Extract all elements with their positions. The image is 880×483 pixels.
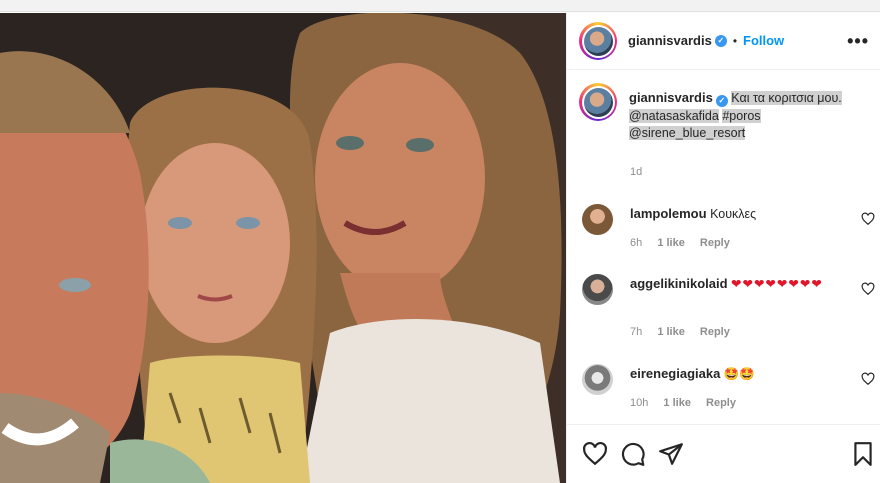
comment-icon[interactable] — [620, 441, 646, 467]
reply-button[interactable]: Reply — [706, 397, 736, 409]
header-user: giannisvardis ✓ • Follow — [628, 33, 784, 48]
more-options-icon[interactable]: ••• — [847, 31, 869, 52]
comment-likes[interactable]: 1 like — [657, 237, 685, 249]
comment-body: lampolemou Κουκλες — [630, 205, 850, 223]
caption-mention-sirene[interactable]: @sirene_blue_resort — [629, 126, 746, 140]
browser-top-strip — [0, 0, 880, 12]
caption-text: giannisvardis ✓ Και τα κοριτσια μου. @nat… — [629, 89, 869, 143]
comment-avatar[interactable] — [582, 274, 613, 305]
post-actions-bar — [567, 424, 880, 483]
comment-time[interactable]: 10h — [630, 397, 648, 409]
comment-time[interactable]: 7h — [630, 326, 642, 338]
heart-icon[interactable] — [582, 441, 608, 467]
reply-button[interactable]: Reply — [700, 237, 730, 249]
comment-username[interactable]: eirenegiagiaka — [630, 366, 720, 381]
caption-hashtag-poros[interactable]: #poros — [722, 108, 761, 123]
comment-meta: 6h 1 like Reply — [630, 237, 742, 249]
comment-body: aggelikinikolaid ❤❤❤❤❤❤❤❤ — [630, 275, 850, 293]
post-photo[interactable] — [0, 13, 566, 483]
share-icon[interactable] — [658, 441, 684, 467]
heart-icon[interactable] — [861, 212, 875, 226]
caption-avatar[interactable] — [579, 83, 617, 121]
caption-main-text: Και τα κοριτσια μου. — [731, 91, 842, 105]
post-header: giannisvardis ✓ • Follow ••• — [567, 13, 880, 70]
comment-meta: 10h 1 like Reply — [630, 397, 748, 409]
comment-text: Κουκλες — [710, 207, 757, 221]
reply-button[interactable]: Reply — [700, 326, 730, 338]
caption-timestamp[interactable]: 1d — [630, 166, 642, 178]
heart-icon[interactable] — [861, 282, 875, 296]
comment-body: eirenegiagiaka 🤩🤩 — [630, 365, 850, 383]
follow-button[interactable]: Follow — [743, 33, 784, 48]
comment-meta: 7h 1 like Reply — [630, 326, 742, 338]
heart-icon[interactable] — [861, 372, 875, 386]
bookmark-icon[interactable] — [850, 441, 876, 467]
comment-likes[interactable]: 1 like — [663, 397, 691, 409]
comments-list[interactable]: giannisvardis ✓ Και τα κοριτσια μου. @nat… — [567, 70, 880, 424]
header-username[interactable]: giannisvardis — [628, 33, 712, 48]
caption-username[interactable]: giannisvardis — [629, 90, 713, 105]
verified-badge-icon: ✓ — [714, 34, 727, 47]
caption-avatar-image — [583, 87, 613, 117]
separator-dot: • — [732, 33, 738, 48]
comment-avatar[interactable] — [582, 364, 613, 395]
caption-mention-natasaskafida[interactable]: @natasaskafida — [629, 108, 719, 123]
post-side-panel: giannisvardis ✓ • Follow ••• giannisvard… — [566, 13, 880, 483]
comment-username[interactable]: aggelikinikolaid — [630, 276, 728, 291]
comment-text: 🤩🤩 — [723, 367, 755, 381]
comment-text: ❤❤❤❤❤❤❤❤ — [731, 277, 823, 291]
comment-avatar[interactable] — [582, 204, 613, 235]
comment-time[interactable]: 6h — [630, 237, 642, 249]
avatar[interactable] — [579, 22, 617, 60]
comment-likes[interactable]: 1 like — [657, 326, 685, 338]
verified-badge-icon: ✓ — [715, 95, 728, 107]
post-photo-illustration — [0, 13, 566, 483]
comment-username[interactable]: lampolemou — [630, 206, 707, 221]
avatar-image — [583, 26, 613, 56]
